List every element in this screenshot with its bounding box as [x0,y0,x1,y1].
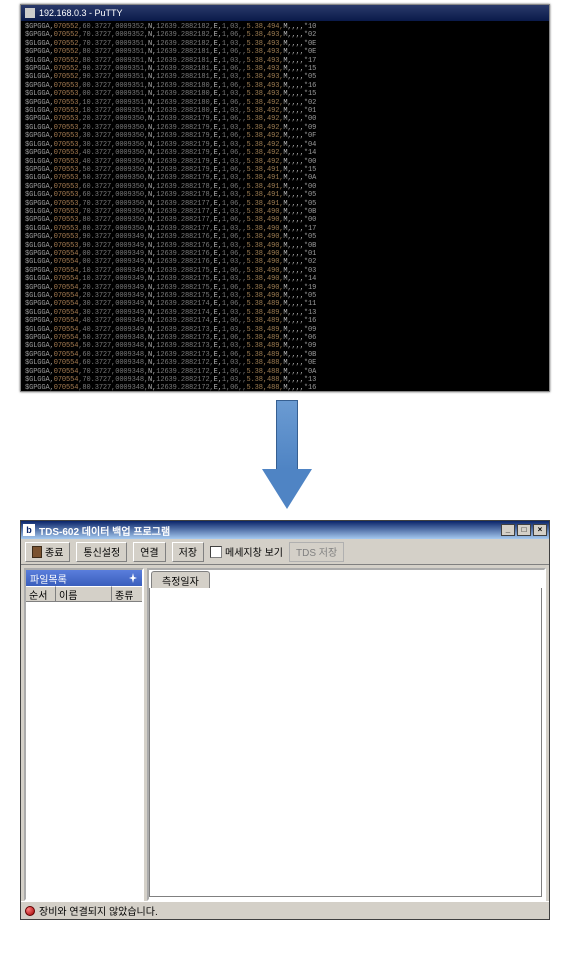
nmea-line: $GLGGA,070552,90.3727,0009351,N,12639.28… [25,73,545,81]
nmea-line: $GPGGA,070552,70.3727,0009352,N,12639.28… [25,31,545,39]
tds-save-button[interactable]: TDS 저장 [289,542,344,562]
nmea-line: $GPGGA,070553,80.3727,0009350,N,12639.28… [25,216,545,224]
down-arrow-icon [262,400,312,510]
putty-window: 192.168.0.3 - PuTTY $GPGGA,070552,60.372… [20,4,550,392]
nmea-line: $GLGGA,070554,00.3727,0009349,N,12639.28… [25,258,545,266]
door-icon [32,546,42,558]
nmea-line: $GPGGA,070553,40.3727,0009350,N,12639.28… [25,149,545,157]
nmea-line: $GPGGA,070552,60.3727,0009352,N,12639.28… [25,23,545,31]
putty-terminal[interactable]: $GPGGA,070552,60.3727,0009352,N,12639.28… [21,21,549,391]
nmea-line: $GLGGA,070553,80.3727,0009350,N,12639.28… [25,225,545,233]
file-list-body[interactable] [26,602,142,899]
nmea-line: $GLGGA,070552,80.3727,0009351,N,12639.28… [25,57,545,65]
nmea-line: $GPGGA,070554,10.3727,0009349,N,12639.28… [25,267,545,275]
exit-button-label: 종료 [45,544,63,559]
nmea-line: $GPGGA,070552,80.3727,0009351,N,12639.28… [25,48,545,56]
status-bar: 장비와 연결되지 않았습니다. [21,901,549,919]
nmea-line: $GLGGA,070553,00.3727,0009351,N,12639.28… [25,90,545,98]
nmea-line: $GPGGA,070554,20.3727,0009349,N,12639.28… [25,284,545,292]
exit-button[interactable]: 종료 [25,542,70,562]
nmea-line: $GPGGA,070553,10.3727,0009351,N,12639.28… [25,99,545,107]
nmea-line: $GLGGA,070554,20.3727,0009349,N,12639.28… [25,292,545,300]
putty-titlebar[interactable]: 192.168.0.3 - PuTTY [21,5,549,21]
file-list-title: 파일목록 [30,571,67,586]
status-led-icon [25,906,35,916]
tds-title: TDS-602 데이터 백업 프로그램 [39,523,170,538]
nmea-line: $GLGGA,070553,20.3727,0009350,N,12639.28… [25,124,545,132]
nmea-line: $GPGGA,070553,20.3727,0009350,N,12639.28… [25,115,545,123]
putty-title: 192.168.0.3 - PuTTY [39,8,123,18]
tds-app-icon: b [23,524,35,536]
tds-save-label: TDS 저장 [296,544,337,559]
show-message-checkbox[interactable]: 메세지창 보기 [210,544,283,559]
file-list-header: 파일목록 [26,570,142,586]
tds-titlebar[interactable]: b TDS-602 데이터 백업 프로그램 _ □ × [21,521,549,539]
nmea-line: $GPGGA,070553,30.3727,0009350,N,12639.28… [25,132,545,140]
save-label: 저장 [179,544,197,559]
tab-measurement-date[interactable]: 측정일자 [151,571,210,588]
nmea-line: $GPGGA,070553,50.3727,0009350,N,12639.28… [25,166,545,174]
nmea-line: $GLGGA,070554,50.3727,0009348,N,12639.28… [25,342,545,350]
nmea-line: $GPGGA,070554,00.3727,0009349,N,12639.28… [25,250,545,258]
nmea-line: $GLGGA,070553,30.3727,0009350,N,12639.28… [25,141,545,149]
tds-window: b TDS-602 데이터 백업 프로그램 _ □ × 종료 통신설정 연결 저… [20,520,550,920]
col-name[interactable]: 이름 [56,586,112,601]
connect-button[interactable]: 연결 [133,542,165,562]
col-seq[interactable]: 순서 [26,586,56,601]
minimize-button[interactable]: _ [501,524,515,536]
tds-toolbar: 종료 통신설정 연결 저장 메세지창 보기 TDS 저장 [21,539,549,565]
nmea-line: $GLGGA,070554,70.3727,0009348,N,12639.28… [25,376,545,384]
nmea-line: $GPGGA,070554,30.3727,0009349,N,12639.28… [25,300,545,308]
checkbox-icon[interactable] [210,546,222,558]
nmea-line: $GPGGA,070553,60.3727,0009350,N,12639.28… [25,183,545,191]
nmea-line: $GLGGA,070554,40.3727,0009349,N,12639.28… [25,326,545,334]
nmea-line: $GLGGA,070553,10.3727,0009351,N,12639.28… [25,107,545,115]
show-message-label: 메세지창 보기 [225,544,283,559]
nmea-line: $GLGGA,070554,30.3727,0009349,N,12639.28… [25,309,545,317]
comm-settings-label: 통신설정 [83,544,120,559]
detail-panel: 측정일자 [147,568,546,901]
nmea-line: $GPGGA,070554,70.3727,0009348,N,12639.28… [25,368,545,376]
tab-strip: 측정일자 [149,570,544,588]
nmea-line: $GPGGA,070554,80.3727,0009348,N,12639.28… [25,384,545,391]
nmea-line: $GPGGA,070554,50.3727,0009348,N,12639.28… [25,334,545,342]
putty-app-icon [25,8,35,18]
nmea-line: $GLGGA,070552,70.3727,0009351,N,12639.28… [25,40,545,48]
nmea-line: $GLGGA,070553,60.3727,0009350,N,12639.28… [25,191,545,199]
nmea-line: $GLGGA,070553,40.3727,0009350,N,12639.28… [25,158,545,166]
close-button[interactable]: × [533,524,547,536]
nmea-line: $GLGGA,070553,50.3727,0009350,N,12639.28… [25,174,545,182]
status-text: 장비와 연결되지 않았습니다. [39,903,158,918]
nmea-line: $GPGGA,070553,00.3727,0009351,N,12639.28… [25,82,545,90]
tab-content[interactable] [149,588,542,897]
file-list-columns: 순서 이름 종류 [26,586,142,602]
pin-icon[interactable] [128,573,138,583]
nmea-line: $GLGGA,070553,70.3727,0009350,N,12639.28… [25,208,545,216]
nmea-line: $GPGGA,070554,40.3727,0009349,N,12639.28… [25,317,545,325]
nmea-line: $GPGGA,070553,90.3727,0009349,N,12639.28… [25,233,545,241]
col-type[interactable]: 종류 [112,586,142,601]
nmea-line: $GPGGA,070554,60.3727,0009348,N,12639.28… [25,351,545,359]
nmea-line: $GPGGA,070552,90.3727,0009351,N,12639.28… [25,65,545,73]
comm-settings-button[interactable]: 통신설정 [76,542,127,562]
nmea-line: $GLGGA,070553,90.3727,0009349,N,12639.28… [25,242,545,250]
nmea-line: $GPGGA,070553,70.3727,0009350,N,12639.28… [25,200,545,208]
maximize-button[interactable]: □ [517,524,531,536]
connect-label: 연결 [140,544,158,559]
nmea-line: $GLGGA,070554,60.3727,0009348,N,12639.28… [25,359,545,367]
file-list-panel: 파일목록 순서 이름 종류 [24,568,144,901]
tab-measurement-date-label: 측정일자 [162,577,199,588]
save-button[interactable]: 저장 [172,542,204,562]
nmea-line: $GLGGA,070554,10.3727,0009349,N,12639.28… [25,275,545,283]
